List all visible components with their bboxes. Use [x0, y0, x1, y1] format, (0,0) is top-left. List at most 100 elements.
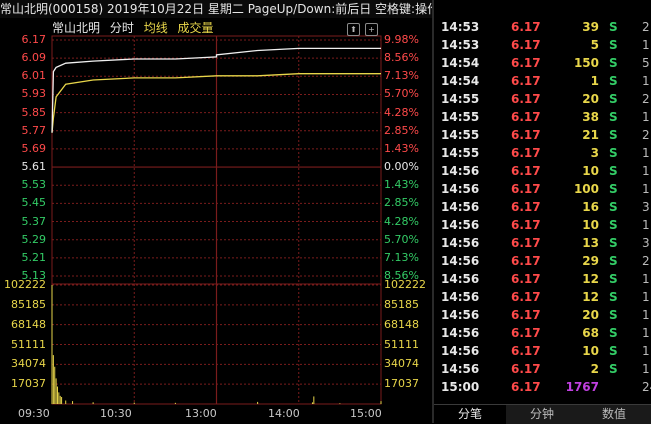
- tick-row[interactable]: 14:56 6.17 12 S 1: [436, 270, 651, 288]
- tick-row[interactable]: 14:56 6.17 100 S 1: [436, 180, 651, 198]
- tick-time: 14:56: [441, 308, 480, 322]
- tick-count: 1: [642, 326, 650, 340]
- tick-volume: 20: [582, 308, 599, 322]
- percent-label: 8.56%: [384, 51, 419, 65]
- price-label: 5.45: [21, 196, 47, 210]
- tick-time: 14:56: [441, 236, 480, 250]
- percent-label: 4.28%: [384, 105, 419, 119]
- tick-direction: S: [609, 344, 618, 358]
- tick-volume: 21: [582, 128, 599, 142]
- tick-time: 14:56: [441, 182, 480, 196]
- time-axis-label: 14:00: [268, 407, 300, 420]
- price-label: 5.21: [21, 250, 47, 264]
- tick-count: 5: [642, 56, 650, 70]
- tick-row[interactable]: 14:56 6.17 10 S 1: [436, 162, 651, 180]
- price-label: 5.29: [21, 232, 47, 246]
- tick-row[interactable]: 14:55 6.17 3 S 1: [436, 144, 651, 162]
- time-axis-label: 15:00: [350, 407, 382, 420]
- tick-volume: 3: [590, 146, 599, 160]
- stock-name: 常山北明: [52, 21, 101, 35]
- mode-label[interactable]: 分时: [110, 21, 134, 35]
- tick-direction: S: [609, 146, 618, 160]
- panel-divider[interactable]: [432, 0, 434, 423]
- volume-label-left: 85185: [11, 297, 46, 311]
- tick-price: 6.17: [511, 200, 541, 214]
- tick-row[interactable]: 14:56 6.17 13 S 3: [436, 234, 651, 252]
- tick-row[interactable]: 14:55 6.17 20 S 2: [436, 90, 651, 108]
- tick-direction: S: [609, 38, 618, 52]
- price-label: 5.93: [21, 87, 47, 101]
- tick-volume: 13: [582, 236, 599, 250]
- tick-row[interactable]: 14:56 6.17 10 S 1: [436, 342, 651, 360]
- tick-time: 14:56: [441, 254, 480, 268]
- tick-row[interactable]: 14:56 6.17 20 S 1: [436, 306, 651, 324]
- tick-volume: 1767: [565, 380, 599, 394]
- tick-count: 1: [642, 344, 650, 358]
- tick-direction: S: [609, 128, 618, 142]
- tick-row[interactable]: 14:55 6.17 38 S 1: [436, 108, 651, 126]
- tick-panel-tabs: 分笔 分钟 数值: [434, 404, 651, 424]
- tick-row[interactable]: 14:56 6.17 68 S 1: [436, 324, 651, 342]
- tick-direction: S: [609, 164, 618, 178]
- tick-count: 1: [642, 110, 650, 124]
- volume-label-right: 51111: [384, 337, 419, 351]
- tick-count: 1: [642, 218, 650, 232]
- tick-direction: S: [609, 56, 618, 70]
- tick-time: 14:55: [441, 146, 480, 160]
- tick-count: 1: [642, 308, 650, 322]
- tick-volume: 29: [582, 254, 599, 268]
- volume-label-left: 17037: [11, 377, 46, 391]
- tick-row[interactable]: 14:54 6.17 1 S 1: [436, 72, 651, 90]
- tick-time: 14:53: [441, 20, 480, 34]
- tick-time: 14:53: [441, 38, 480, 52]
- tick-count: 3: [642, 236, 650, 250]
- tab-ticks[interactable]: 分笔: [434, 405, 506, 424]
- tick-count: 1: [642, 164, 650, 178]
- volume-label-left: 102222: [4, 278, 46, 291]
- tick-row[interactable]: 14:56 6.17 29 S 2: [436, 252, 651, 270]
- tick-row[interactable]: 14:56 6.17 12 S 1: [436, 288, 651, 306]
- tick-time: 14:55: [441, 110, 480, 124]
- tick-direction: S: [609, 92, 618, 106]
- tick-time: 14:55: [441, 92, 480, 106]
- tick-price: 6.17: [511, 92, 541, 106]
- tick-row[interactable]: 14:53 6.17 39 S 2: [436, 18, 651, 36]
- percent-label: 1.43%: [384, 178, 419, 192]
- tick-volume: 10: [582, 218, 599, 232]
- tick-row[interactable]: 14:56 6.17 16 S 3: [436, 198, 651, 216]
- tick-count: 3: [642, 200, 650, 214]
- tick-count: 2: [642, 128, 650, 142]
- tick-volume: 16: [582, 200, 599, 214]
- percent-label: 7.13%: [384, 69, 419, 83]
- tick-direction: S: [609, 362, 618, 376]
- tick-price: 6.17: [511, 20, 541, 34]
- chart-canvas[interactable]: [0, 18, 432, 406]
- tick-volume: 100: [573, 182, 599, 196]
- tick-row[interactable]: 14:56 6.17 2 S 1: [436, 360, 651, 378]
- percent-label: 2.85%: [384, 123, 419, 137]
- chart-add-icon[interactable]: +: [365, 23, 378, 36]
- tick-volume: 150: [573, 56, 599, 70]
- percent-label: 9.98%: [384, 33, 419, 46]
- intraday-chart[interactable]: [0, 18, 432, 406]
- chart-up-icon[interactable]: ⬆: [347, 23, 360, 36]
- tick-row[interactable]: 14:53 6.17 5 S 1: [436, 36, 651, 54]
- tick-row[interactable]: 14:55 6.17 21 S 2: [436, 126, 651, 144]
- tick-count: 2: [642, 254, 650, 268]
- tick-price: 6.17: [511, 272, 541, 286]
- tick-direction: S: [609, 200, 618, 214]
- time-axis-label: 10:30: [100, 407, 132, 420]
- price-label: 5.61: [21, 160, 47, 174]
- tick-row[interactable]: 15:00 6.17 1767 24: [436, 378, 651, 396]
- tab-minutes[interactable]: 分钟: [506, 405, 578, 424]
- tick-row[interactable]: 14:56 6.17 10 S 1: [436, 216, 651, 234]
- window-title: 常山北明(000158) 2019年10月22日 星期二 PageUp/Down…: [0, 0, 432, 18]
- tick-time: 14:56: [441, 290, 480, 304]
- tab-values[interactable]: 数值: [578, 405, 650, 424]
- tick-volume: 2: [590, 362, 599, 376]
- tick-list[interactable]: 14:53 6.17 39 S 2 14:53 6.17 5 S 1 14:54 6.17 150 S 5 1…: [436, 18, 651, 400]
- tick-row[interactable]: 14:54 6.17 150 S 5: [436, 54, 651, 72]
- tick-price: 6.17: [511, 380, 541, 394]
- tick-time: 14:55: [441, 128, 480, 142]
- time-axis-label: 13:00: [185, 407, 217, 420]
